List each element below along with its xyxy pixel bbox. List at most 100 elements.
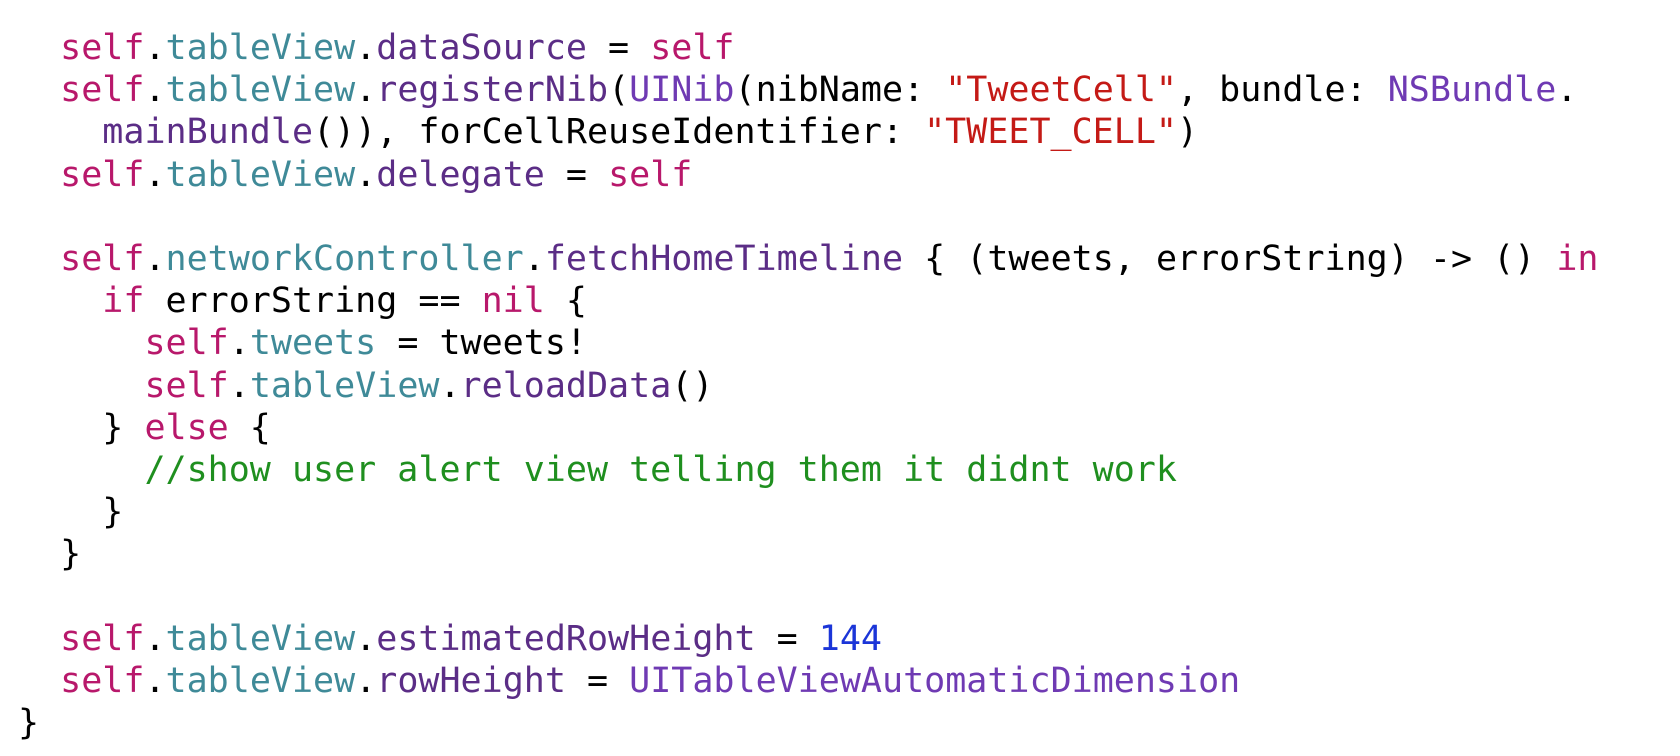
code-block[interactable]: self.tableView.dataSource = self self.ta…: [18, 27, 1598, 744]
code-token-plain: }: [18, 534, 82, 575]
code-token-plain: { (tweets, errorString) -> (): [903, 238, 1557, 279]
code-token-plain: {: [544, 281, 587, 322]
code-token-plain: .: [144, 70, 166, 111]
code-line[interactable]: self.tweets = tweets!: [18, 322, 1598, 364]
code-token-plain: .: [355, 618, 377, 659]
code-token-plain: {: [228, 407, 271, 448]
code-token-plain: (): [671, 365, 714, 406]
code-token-plain: =: [755, 618, 819, 659]
code-line[interactable]: }: [18, 702, 1598, 744]
code-token-plain: .: [523, 238, 545, 279]
code-token-str: "TweetCell": [945, 70, 1178, 111]
code-token-plain: .: [228, 323, 250, 364]
code-token-plain: .: [355, 660, 377, 701]
code-token-meth: fetchHomeTimeline: [544, 238, 904, 279]
code-token-prop: networkController: [165, 238, 524, 279]
code-token-plain: .: [228, 365, 250, 406]
code-token-prop: tweets: [249, 323, 377, 364]
code-token-plain: .: [355, 70, 377, 111]
code-line[interactable]: self.tableView.reloadData(): [18, 365, 1598, 407]
code-line[interactable]: }: [18, 533, 1598, 575]
code-token-prop: tableView: [165, 70, 356, 111]
code-line[interactable]: }: [18, 491, 1598, 533]
code-line[interactable]: self.tableView.delegate = self: [18, 154, 1598, 196]
code-line[interactable]: self.tableView.registerNib(UINib(nibName…: [18, 69, 1598, 111]
code-token-plain: .: [355, 28, 377, 68]
code-token-plain: ): [1176, 112, 1199, 153]
code-token-kw: self: [60, 70, 145, 111]
code-token-plain: errorString ==: [144, 281, 482, 322]
code-token-type: UINib: [629, 70, 735, 111]
code-token-plain: .: [144, 660, 166, 701]
code-line[interactable]: } else {: [18, 407, 1598, 449]
code-line[interactable]: if errorString == nil {: [18, 280, 1598, 322]
code-token-kw: else: [144, 407, 229, 448]
code-token-num: 144: [818, 618, 882, 659]
code-token-type: NSBundle: [1387, 70, 1557, 111]
code-line[interactable]: self.tableView.estimatedRowHeight = 144: [18, 618, 1598, 660]
code-line[interactable]: self.networkController.fetchHomeTimeline…: [18, 238, 1598, 280]
code-token-kw: self: [608, 154, 693, 195]
code-token-meth: reloadData: [460, 365, 672, 406]
code-token-plain: .: [355, 154, 377, 195]
code-token-plain: }: [18, 407, 145, 448]
code-line[interactable]: self.tableView.rowHeight = UITableViewAu…: [18, 660, 1598, 702]
code-token-type: UITableViewAutomaticDimension: [629, 660, 1241, 701]
code-token-plain: ()), forCellReuseIdentifier:: [313, 112, 925, 153]
code-token-plain: }: [18, 703, 40, 743]
code-token-plain: (nibName:: [734, 70, 946, 111]
code-editor[interactable]: self.tableView.dataSource = self self.ta…: [0, 0, 1680, 756]
code-token-kw: self: [60, 238, 145, 279]
code-token-kw: self: [60, 28, 145, 68]
code-token-prop: tableView: [165, 618, 356, 659]
code-token-meth: registerNib: [376, 70, 609, 111]
code-token-plain: .: [144, 28, 166, 68]
code-token-cmt: //show user alert view telling them it d…: [144, 449, 1177, 490]
code-token-kw: self: [144, 365, 229, 406]
code-token-plain: (: [608, 70, 630, 111]
code-token-kw: in: [1556, 238, 1599, 279]
code-token-str: "TWEET_CELL": [924, 112, 1177, 153]
code-token-prop: tableView: [165, 660, 356, 701]
code-token-prop: tableView: [165, 154, 356, 195]
code-token-prop: tableView: [165, 28, 356, 68]
code-token-kw: self: [60, 618, 145, 659]
code-token-meth: delegate: [376, 154, 545, 195]
code-token-prop: tableView: [249, 365, 440, 406]
code-token-meth: dataSource: [376, 28, 587, 68]
code-token-plain: = tweets!: [376, 323, 587, 364]
code-line[interactable]: [18, 196, 1598, 238]
code-token-plain: .: [144, 154, 166, 195]
code-line[interactable]: self.tableView.dataSource = self: [18, 27, 1598, 69]
code-token-plain: .: [439, 365, 461, 406]
code-token-plain: =: [586, 28, 651, 68]
code-line[interactable]: [18, 575, 1598, 617]
code-token-meth: rowHeight: [376, 660, 566, 701]
code-token-plain: =: [565, 660, 630, 701]
code-token-plain: }: [18, 492, 124, 533]
code-token-meth: estimatedRowHeight: [376, 618, 756, 659]
code-token-kw: self: [144, 323, 229, 364]
code-token-meth: mainBundle: [102, 112, 314, 153]
code-token-plain: =: [544, 154, 609, 195]
code-line[interactable]: mainBundle()), forCellReuseIdentifier: "…: [18, 111, 1598, 153]
code-token-kw: nil: [481, 281, 545, 322]
code-token-plain: , bundle:: [1177, 70, 1388, 111]
code-token-kw: if: [102, 281, 145, 322]
code-line[interactable]: //show user alert view telling them it d…: [18, 449, 1598, 491]
code-token-plain: .: [1556, 70, 1578, 111]
code-token-plain: .: [144, 618, 166, 659]
code-token-kw: self: [650, 28, 735, 68]
code-token-kw: self: [60, 154, 145, 195]
